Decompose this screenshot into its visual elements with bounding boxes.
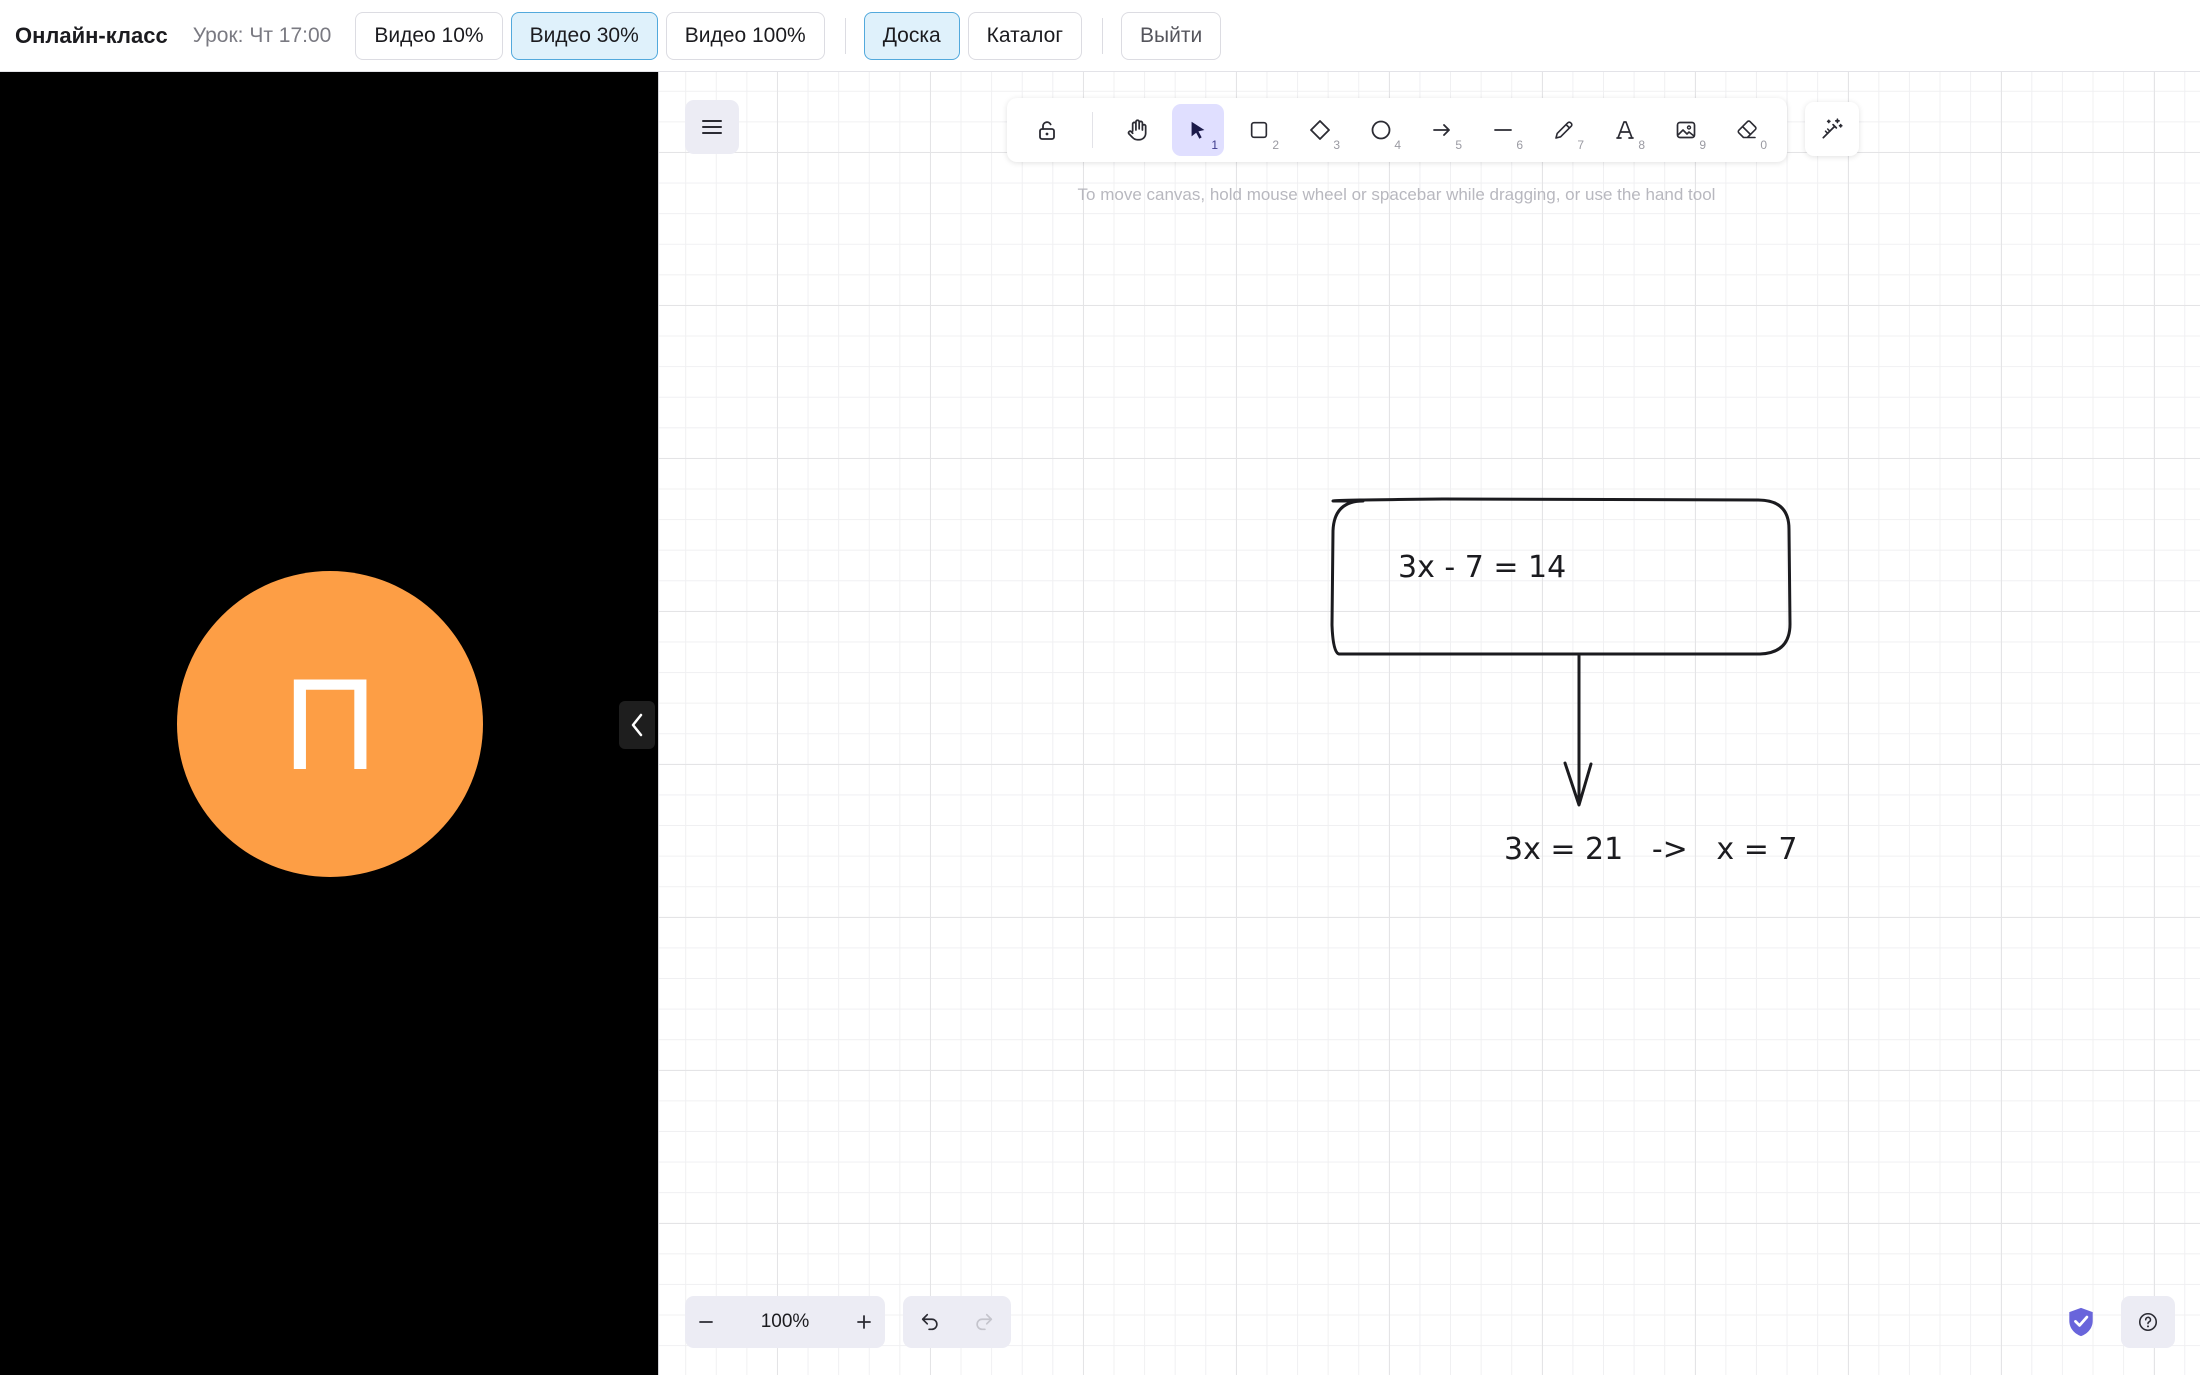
- redo-icon: [976, 1313, 993, 1331]
- logout-button[interactable]: Выйти: [1121, 11, 1222, 60]
- avatar: П: [177, 571, 483, 877]
- redo-button[interactable]: [973, 1311, 995, 1333]
- top-bar: Онлайн-класс Урок: Чт 17:00 Видео 10% Ви…: [0, 0, 2200, 72]
- history-controls: [903, 1296, 1011, 1348]
- result-equation-text[interactable]: 3x = 21 -> x = 7: [1504, 832, 1797, 867]
- canvas-drawing: 3x - 7 = 14 3x = 21 -> x = 7: [1330, 497, 1797, 867]
- video-100-button[interactable]: Видео 100%: [665, 11, 825, 60]
- plus-icon: [857, 1315, 871, 1329]
- undo-button[interactable]: [919, 1311, 941, 1333]
- board-button[interactable]: Доска: [863, 11, 960, 60]
- catalog-button[interactable]: Каталог: [967, 11, 1082, 60]
- connector-arrow[interactable]: [1563, 654, 1593, 807]
- toolbar-divider: [1102, 17, 1103, 54]
- zoom-in-button[interactable]: [855, 1313, 873, 1331]
- lesson-time: Урок: Чт 17:00: [192, 23, 332, 47]
- avatar-letter: П: [283, 651, 377, 797]
- zoom-out-button[interactable]: [697, 1313, 715, 1331]
- privacy-shield-button[interactable]: [2063, 1304, 2099, 1340]
- video-30-button[interactable]: Видео 30%: [510, 11, 658, 60]
- zoom-controls: 100%: [685, 1296, 885, 1348]
- shield-check-icon: [2069, 1307, 2093, 1337]
- app-title: Онлайн-класс: [15, 22, 168, 48]
- help-button[interactable]: [2121, 1296, 2175, 1348]
- zoom-level[interactable]: 100%: [761, 1311, 810, 1333]
- whiteboard-canvas[interactable]: 1 2 3 4 5 6 7 8 9 0 To move canvas, hold…: [658, 72, 2200, 1375]
- toolbar-divider: [844, 17, 846, 54]
- video-pane: П: [0, 72, 658, 1375]
- collapse-video-button[interactable]: [619, 701, 655, 749]
- help-icon: [2138, 1312, 2158, 1332]
- video-10-button[interactable]: Видео 10%: [355, 11, 503, 60]
- chevron-left-icon: [631, 713, 643, 737]
- box-equation-text[interactable]: 3x - 7 = 14: [1398, 550, 1566, 585]
- undo-icon: [921, 1313, 938, 1331]
- minus-icon: [699, 1321, 713, 1323]
